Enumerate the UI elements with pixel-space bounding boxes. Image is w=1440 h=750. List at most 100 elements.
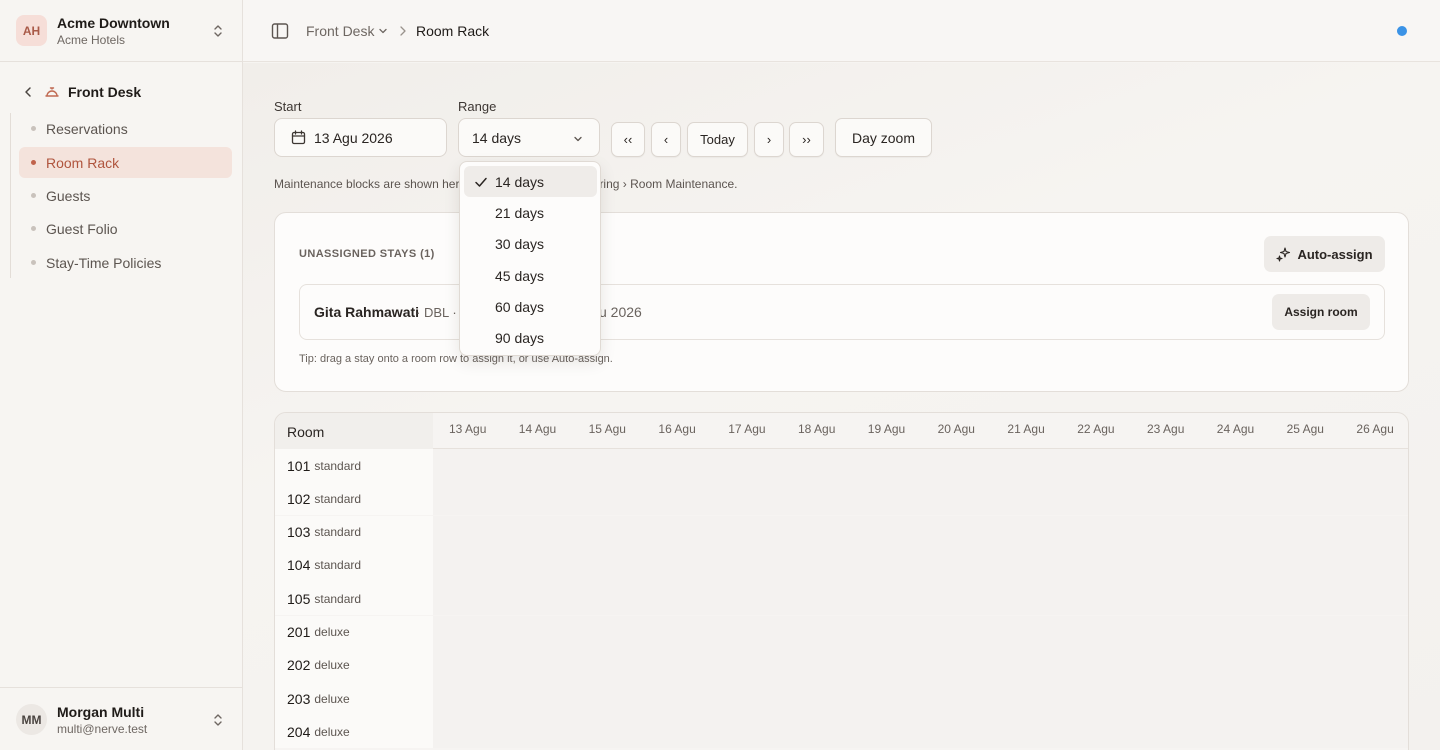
sidebar-item-label: Guests xyxy=(46,187,91,204)
day-header: 24 Agu xyxy=(1216,422,1255,436)
sidebar: AH Acme Downtown Acme Hotels Front Desk … xyxy=(0,0,243,750)
sidebar-item-reservations[interactable]: Reservations xyxy=(19,113,232,144)
room-timeline[interactable] xyxy=(433,648,1408,682)
room-row[interactable]: 201 deluxe xyxy=(275,615,1408,649)
chevron-up-down-icon xyxy=(214,25,222,37)
room-number: 102 xyxy=(287,490,311,507)
day-header: 25 Agu xyxy=(1286,422,1324,436)
day-header: 20 Agu xyxy=(937,422,975,436)
room-row[interactable]: 202 deluxe xyxy=(275,648,1408,682)
today-button[interactable]: Today xyxy=(687,122,748,157)
room-row[interactable]: 104 standard xyxy=(275,548,1408,582)
maintenance-note-end: ring › Room Maintenance. xyxy=(599,177,738,191)
room-row[interactable]: 204 deluxe xyxy=(275,715,1408,749)
sidebar-item-guests[interactable]: Guests xyxy=(19,180,232,211)
prev-button[interactable]: ‹ xyxy=(651,122,681,157)
check-icon xyxy=(475,177,487,187)
range-select[interactable]: 14 days xyxy=(458,118,600,157)
start-label: Start xyxy=(274,99,302,114)
org-subtitle: Acme Hotels xyxy=(57,33,126,47)
range-option-21-days[interactable]: 21 days xyxy=(464,197,597,228)
org-avatar: AH xyxy=(16,15,47,46)
range-option-label: 90 days xyxy=(495,329,545,346)
bullet-icon xyxy=(31,126,36,131)
bullet-icon xyxy=(31,260,36,265)
room-timeline[interactable] xyxy=(433,682,1408,716)
room-label-cell: 204 deluxe xyxy=(275,715,433,749)
room-row[interactable]: 102 standard xyxy=(275,482,1408,516)
sidebar-item-guest-folio[interactable]: Guest Folio xyxy=(19,213,232,244)
jump-forward-button[interactable]: ›› xyxy=(789,122,824,157)
room-number: 204 xyxy=(287,723,311,740)
range-option-45-days[interactable]: 45 days xyxy=(464,260,597,291)
room-type: deluxe xyxy=(314,724,350,739)
next-button[interactable]: › xyxy=(754,122,784,157)
room-timeline[interactable] xyxy=(433,582,1408,616)
chevron-right-icon xyxy=(400,26,406,36)
range-option-30-days[interactable]: 30 days xyxy=(464,228,597,259)
room-type: deluxe xyxy=(314,691,350,706)
day-header: 18 Agu xyxy=(798,422,836,436)
concierge-bell-icon xyxy=(45,87,59,97)
user-email: multi@nerve.test xyxy=(57,722,148,736)
room-row[interactable]: 203 deluxe xyxy=(275,682,1408,716)
org-switcher[interactable]: AH Acme Downtown Acme Hotels xyxy=(0,0,242,62)
stay-guest-name: Gita Rahmawati xyxy=(314,304,420,320)
range-option-label: 60 days xyxy=(495,298,545,315)
jump-back-button[interactable]: ‹‹ xyxy=(611,122,645,157)
room-type: deluxe xyxy=(314,658,350,673)
auto-assign-button[interactable]: Auto-assign xyxy=(1264,236,1385,272)
user-menu[interactable]: MM Morgan Multi multi@nerve.test xyxy=(0,687,242,750)
room-column-header: Room xyxy=(275,413,433,449)
sidebar-toggle-icon[interactable] xyxy=(271,22,289,40)
avatar: MM xyxy=(16,704,47,735)
sparkles-icon xyxy=(1276,246,1291,262)
room-row[interactable]: 103 standard xyxy=(275,515,1408,549)
range-option-label: 14 days xyxy=(495,173,545,190)
day-header: 21 Agu xyxy=(1007,422,1045,436)
room-number: 203 xyxy=(287,690,311,707)
day-header: 23 Agu xyxy=(1147,422,1185,436)
user-name: Morgan Multi xyxy=(57,704,145,720)
room-timeline[interactable] xyxy=(433,615,1408,649)
sidebar-item-label: Guest Folio xyxy=(46,220,118,237)
calendar-icon xyxy=(291,130,306,145)
room-timeline[interactable] xyxy=(433,715,1408,749)
breadcrumb-current: Room Rack xyxy=(416,23,490,39)
day-header: 13 Agu xyxy=(449,422,487,436)
room-timeline[interactable] xyxy=(433,449,1408,482)
range-option-90-days[interactable]: 90 days xyxy=(464,322,597,353)
assign-room-button[interactable]: Assign room xyxy=(1272,294,1370,330)
room-timeline[interactable] xyxy=(433,548,1408,582)
day-header: 14 Agu xyxy=(518,422,557,436)
day-header: 16 Agu xyxy=(658,422,696,436)
stay-room-type: · DBL · xyxy=(416,305,457,320)
chevron-left-icon[interactable] xyxy=(22,86,34,98)
room-row[interactable]: 105 standard xyxy=(275,582,1408,616)
room-number: 103 xyxy=(287,524,311,541)
room-timeline[interactable] xyxy=(433,515,1408,549)
start-date-picker[interactable]: 13 Agu 2026 xyxy=(274,118,447,157)
day-zoom-button[interactable]: Day zoom xyxy=(835,118,932,157)
room-label-cell: 102 standard xyxy=(275,482,433,516)
room-label-cell: 203 deluxe xyxy=(275,682,433,716)
breadcrumb-front-desk[interactable]: Front Desk xyxy=(306,23,388,39)
day-header: 19 Agu xyxy=(867,422,906,436)
sidebar-item-stay-time-policies[interactable]: Stay-Time Policies xyxy=(19,247,232,278)
day-header: 15 Agu xyxy=(588,422,626,436)
bullet-icon xyxy=(31,160,36,165)
room-timeline[interactable] xyxy=(433,482,1408,516)
section-header[interactable]: Front Desk xyxy=(22,82,141,102)
auto-assign-label: Auto-assign xyxy=(1297,246,1373,262)
day-header: 26 Agu xyxy=(1356,422,1394,436)
main-content: Start 13 Agu 2026 Range 14 days ‹‹ ‹ Tod… xyxy=(243,63,1440,750)
range-option-14-days[interactable]: 14 days xyxy=(464,166,597,197)
day-header: 22 Agu xyxy=(1077,422,1115,436)
room-row[interactable]: 101 standard xyxy=(275,449,1408,482)
chevron-down-icon xyxy=(379,28,388,34)
room-label-cell: 103 standard xyxy=(275,515,433,549)
room-number: 202 xyxy=(287,657,311,674)
range-option-60-days[interactable]: 60 days xyxy=(464,291,597,322)
range-dropdown-menu: 14 days 21 days 30 days 45 days 60 days … xyxy=(459,161,601,356)
sidebar-item-room-rack[interactable]: Room Rack xyxy=(19,147,232,178)
